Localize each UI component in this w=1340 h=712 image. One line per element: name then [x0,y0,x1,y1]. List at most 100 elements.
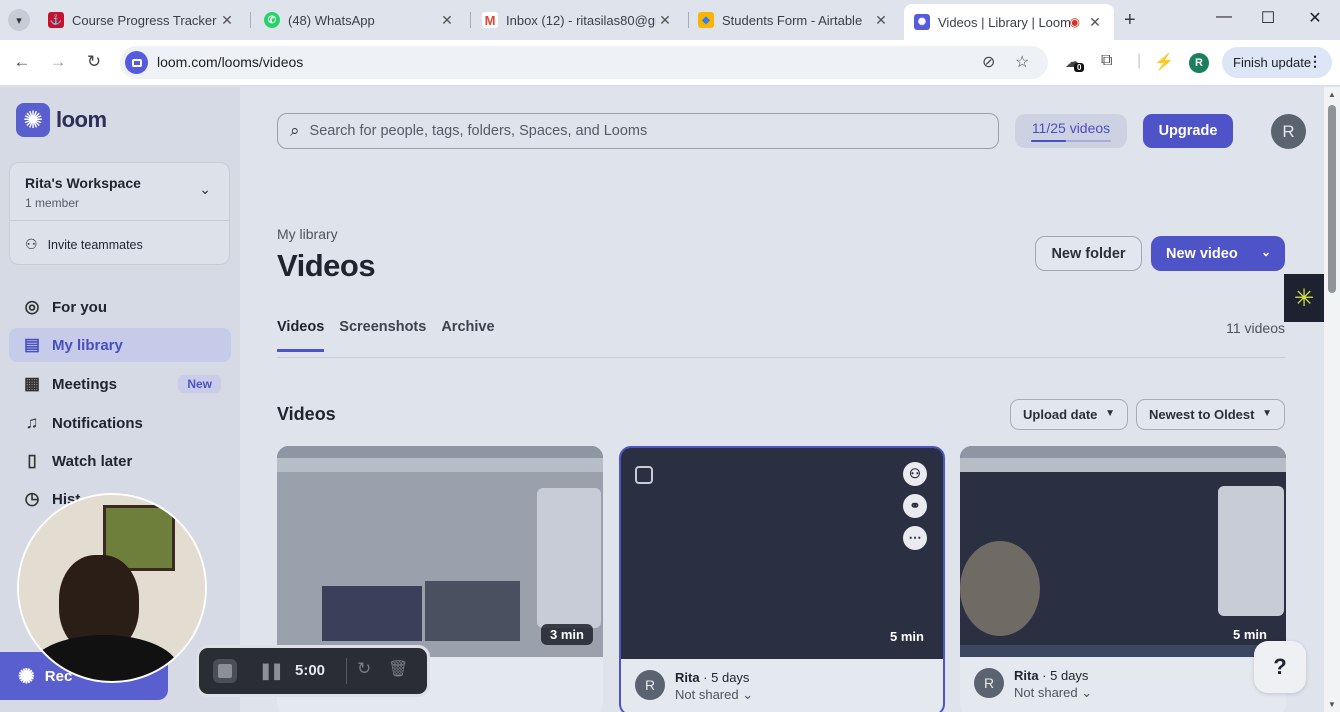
loom-logo[interactable]: ✺ loom [16,103,107,137]
chevron-down-icon[interactable]: ⌄ [1261,245,1271,259]
search-input[interactable]: ⌕ Search for people, tags, folders, Spac… [277,113,999,149]
library-icon: ▤ [23,335,41,354]
user-circle-icon: ◎ [24,297,40,316]
tab-separator [470,12,471,28]
profile-avatar[interactable]: R [1189,53,1209,73]
sort-order-label: Newest to Oldest [1149,407,1255,422]
scroll-down-icon[interactable]: ▼ [1328,700,1336,709]
video-thumbnail[interactable]: 5 min [960,446,1286,657]
tab-videos[interactable]: Videos [277,319,325,352]
chevron-down-icon[interactable]: ⌄ [199,181,211,198]
video-thumbnail[interactable]: 3 min [277,446,603,657]
stop-recording-button[interactable] [213,659,237,683]
workspace-switcher[interactable]: Rita's Workspace 1 member ⌄ ⚇ Invite tea… [9,162,230,265]
select-checkbox[interactable] [635,466,653,484]
upgrade-button[interactable]: Upgrade [1143,114,1233,148]
performance-icon[interactable]: ⚡ [1154,52,1174,72]
thumbnail-address-bar [960,458,1286,472]
trash-icon[interactable]: 🗑 [388,659,408,679]
finish-update-button[interactable]: Finish update ⋮ [1222,47,1332,78]
camera-blocked-icon[interactable]: ⊘ [982,52,995,72]
sidebar-item-for-you[interactable]: ◎ For you [9,290,231,324]
video-card[interactable]: ⚇ ⚭ ⋯ 5 min R Rita · 5 days Not shared ⌄ [619,446,945,712]
tab-title: Videos | Library | Loom [938,14,1070,30]
tab-archive[interactable]: Archive [441,319,494,352]
extensions-puzzle-icon[interactable]: ⧉ [1101,52,1112,70]
thumbnail-browser-bar [277,446,603,458]
video-quota[interactable]: 11/25 videos [1015,114,1127,148]
pause-icon[interactable]: ❚❚ [259,661,284,681]
window-close-icon[interactable]: ✕ [1305,8,1325,28]
video-card[interactable]: 5 min R Rita · 5 days Not shared ⌄ [960,446,1286,712]
airtable-icon: ◆ [698,12,714,28]
invite-teammates-button[interactable]: ⚇ Invite teammates [25,236,143,253]
new-tab-button[interactable]: + [1124,9,1136,32]
browser-tab-whatsapp[interactable]: ✆ (48) WhatsApp ✕ [254,4,466,36]
add-person-icon[interactable]: ⚇ [903,462,927,486]
sharing-status[interactable]: Not shared ⌄ [675,687,753,703]
tab-title: (48) WhatsApp [288,12,375,28]
sidebar-item-notifications[interactable]: ♫ Notifications [9,406,231,440]
browser-tab-course-tracker[interactable]: ⚓ Course Progress Tracker for ✕ [38,4,246,36]
bookmark-star-icon[interactable]: ☆ [1015,52,1029,72]
breadcrumb[interactable]: My library [277,226,338,242]
more-horizontal-icon[interactable]: ⋯ [903,526,927,550]
sort-field-select[interactable]: Upload date ▼ [1010,399,1128,430]
tab-search-button[interactable]: ▾ [8,9,30,31]
sidebar-item-watch-later[interactable]: ▯ Watch later [9,444,231,478]
scrollbar-thumb[interactable] [1328,105,1336,293]
sharing-label: Not shared [675,687,739,702]
webcam-bubble[interactable] [17,493,207,683]
quota-label: 11/25 videos [1031,120,1111,136]
bookmark-icon: ▯ [27,451,37,470]
pdf-tracker-icon: ⚓ [48,12,64,28]
video-meta: Rita · 5 days [675,670,750,685]
video-thumbnail[interactable]: ⚇ ⚭ ⋯ 5 min [621,448,943,659]
new-folder-button[interactable]: New folder [1035,236,1142,271]
whatsapp-icon: ✆ [264,12,280,28]
close-icon[interactable]: ✕ [438,12,456,29]
more-vert-icon[interactable]: ⋮ [1308,53,1322,70]
url-text[interactable]: loom.com/looms/videos [157,54,303,70]
restart-icon[interactable]: ↻ [357,659,371,679]
scroll-up-icon[interactable]: ▲ [1328,90,1336,99]
sharing-status[interactable]: Not shared ⌄ [1014,685,1092,701]
sidebar-item-label: For you [52,298,107,316]
thumbnail-webcam [960,541,1040,636]
divider [346,658,347,684]
browser-tab-airtable[interactable]: ◆ Students Form - Airtable ✕ [688,4,900,36]
user-avatar[interactable]: R [1271,114,1306,149]
invite-label: Invite teammates [47,237,143,252]
new-video-label: New video [1166,245,1238,262]
quota-progress-fill [1031,140,1067,142]
site-info-icon[interactable] [125,51,148,74]
close-icon[interactable]: ✕ [656,12,674,29]
sidebar-item-my-library[interactable]: ▤ My library [9,328,231,362]
extension-widget-icon[interactable]: ✳ [1284,274,1324,322]
browser-tab-loom[interactable]: ✺ Videos | Library | Loom ◉ ✕ [904,4,1114,40]
help-button[interactable]: ? [1254,641,1306,693]
reload-icon[interactable]: ↻ [83,52,105,72]
tab-screenshots[interactable]: Screenshots [339,319,426,352]
maximize-icon[interactable]: ☐ [1258,8,1278,28]
sort-order-select[interactable]: Newest to Oldest ▼ [1136,399,1285,430]
browser-tab-gmail[interactable]: M Inbox (12) - ritasilas80@gm ✕ [472,4,684,36]
close-icon[interactable]: ✕ [218,12,236,29]
new-badge: New [178,375,221,393]
author-avatar: R [974,668,1004,698]
back-arrow-icon[interactable]: ← [11,52,33,72]
loom-wordmark: loom [56,107,107,132]
quota-progress-bar [1031,140,1111,142]
page-scrollbar[interactable]: ▲ ▼ [1324,87,1340,712]
minimize-icon[interactable]: — [1214,8,1234,26]
workspace-members: 1 member [25,196,80,210]
link-icon[interactable]: ⚭ [903,494,927,518]
chevron-down-icon: ▼ [1262,408,1272,419]
sidebar-item-meetings[interactable]: ▦ Meetings New [9,367,231,401]
forward-arrow-icon[interactable]: → [47,52,69,72]
address-bar[interactable]: loom.com/looms/videos ⊘ ☆ [120,46,1048,79]
tabs-divider [277,357,1285,358]
new-video-button[interactable]: New video ⌄ [1151,236,1285,271]
close-icon[interactable]: ✕ [872,12,890,29]
close-icon[interactable]: ✕ [1086,14,1104,31]
